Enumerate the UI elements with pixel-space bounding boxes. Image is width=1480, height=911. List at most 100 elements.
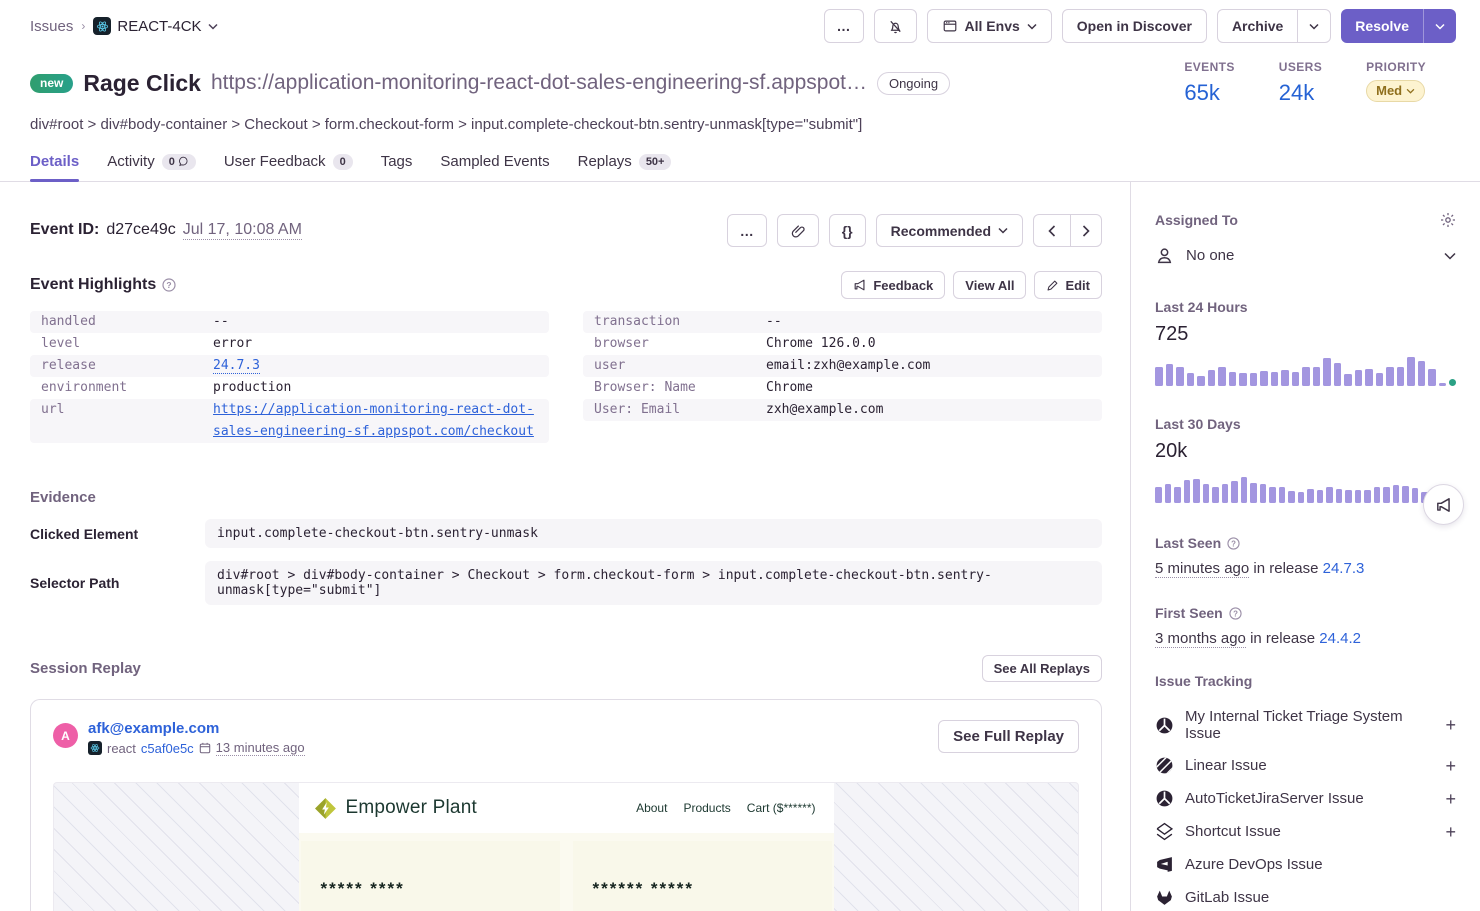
archive-button[interactable]: Archive (1218, 10, 1297, 42)
ticket-triage-icon (1155, 789, 1174, 808)
linear-icon (1155, 756, 1174, 775)
event-more-button[interactable]: … (727, 214, 767, 247)
chart-bar (1155, 487, 1162, 504)
next-event-button[interactable] (1070, 215, 1101, 246)
tab-details[interactable]: Details (30, 153, 79, 181)
replay-user-link[interactable]: afk@example.com (88, 720, 305, 737)
replay-release-link[interactable]: c5af0e5c (141, 741, 194, 756)
feedback-button[interactable]: Feedback (841, 271, 945, 299)
issue-tracking-row: Shortcut Issue + (1155, 815, 1456, 848)
see-all-replays-button[interactable]: See All Replays (982, 655, 1102, 682)
chart-bar (1344, 374, 1352, 386)
assignee-selector[interactable]: No one (1155, 246, 1456, 265)
issue-tracking-row: Linear Issue + (1155, 749, 1456, 782)
chart-bar (1165, 484, 1172, 504)
tab-user-feedback[interactable]: User Feedback 0 (224, 153, 353, 181)
help-circle-icon[interactable]: ? (162, 278, 176, 292)
open-in-discover-button[interactable]: Open in Discover (1062, 9, 1207, 43)
chart-bar (1239, 373, 1247, 386)
clicked-element-row: Clicked Element input.complete-checkout-… (30, 519, 1102, 548)
chevron-down-icon (1444, 252, 1456, 260)
last-seen-release-link[interactable]: 24.7.3 (1323, 560, 1365, 577)
previous-event-button[interactable] (1034, 215, 1070, 246)
last-30-days-chart[interactable] (1155, 473, 1456, 503)
avatar: A (53, 723, 78, 748)
see-full-replay-button[interactable]: See Full Replay (938, 720, 1079, 753)
view-all-button[interactable]: View All (953, 271, 1026, 299)
last-seen-value: 5 minutes ago in release 24.7.3 (1155, 560, 1456, 577)
chart-bar (1374, 487, 1381, 503)
add-issue-link-button[interactable]: + (1445, 757, 1456, 775)
kv-row-url: urlhttps://application-monitoring-react-… (30, 399, 549, 443)
gitlab-icon (1155, 888, 1174, 907)
replay-preview[interactable]: Empower Plant About Products Cart ($****… (53, 782, 1079, 911)
kv-row-environment: environmentproduction (30, 377, 549, 399)
event-json-button[interactable]: {} (829, 214, 866, 247)
chevron-left-icon (1048, 225, 1056, 237)
edit-highlights-button[interactable]: Edit (1034, 271, 1102, 299)
selector-path-row: Selector Path div#root > div#body-contai… (30, 561, 1102, 605)
first-seen-value: 3 months ago in release 24.4.2 (1155, 630, 1456, 647)
release-link[interactable]: 24.7.3 (213, 358, 260, 374)
chart-bar (1203, 484, 1210, 503)
add-issue-link-button[interactable]: + (1445, 823, 1456, 841)
environment-selector[interactable]: All Envs (927, 9, 1052, 43)
highlights-right-table: transaction-- browserChrome 126.0.0 user… (583, 311, 1102, 443)
resolve-button[interactable]: Resolve (1341, 9, 1423, 43)
breadcrumb-issue-id[interactable]: REACT-4CK (93, 17, 217, 35)
event-toolbar: … {} Recommended (727, 214, 1102, 247)
event-id-label: Event ID: (30, 221, 99, 239)
feedback-fab-button[interactable] (1423, 484, 1464, 525)
help-circle-icon[interactable]: ? (1229, 607, 1242, 620)
tab-tags[interactable]: Tags (381, 153, 413, 181)
last-seen-ago[interactable]: 5 minutes ago (1155, 560, 1249, 578)
first-seen-release-link[interactable]: 24.4.2 (1319, 630, 1361, 647)
event-attachments-button[interactable] (777, 214, 819, 247)
tab-replays[interactable]: Replays 50+ (578, 153, 672, 181)
chart-bar (1208, 370, 1216, 386)
tab-sampled-events[interactable]: Sampled Events (440, 153, 549, 181)
resolve-dropdown-button[interactable] (1423, 9, 1456, 43)
breadcrumb-issues-link[interactable]: Issues (30, 18, 73, 35)
chart-bar (1323, 358, 1331, 386)
issue-stats: EVENTS 65k USERS 24k PRIORITY Med (1184, 60, 1448, 106)
site-brand: Empower Plant (313, 796, 477, 821)
last-24-hours-chart[interactable] (1155, 356, 1456, 386)
product-title: ****** ***** (593, 879, 812, 899)
archive-dropdown-button[interactable] (1297, 10, 1330, 42)
chevron-down-icon (1435, 23, 1445, 30)
add-issue-link-button[interactable]: + (1445, 716, 1456, 734)
first-seen-ago[interactable]: 3 months ago (1155, 630, 1246, 648)
help-circle-icon[interactable]: ? (1227, 537, 1240, 550)
priority-stat-label: PRIORITY (1366, 60, 1426, 74)
priority-selector[interactable]: Med (1366, 80, 1425, 102)
event-highlights-title: Event Highlights ? (30, 276, 176, 294)
chart-bar (1166, 364, 1174, 386)
chart-bar (1260, 371, 1268, 386)
chart-bar (1250, 373, 1258, 386)
replay-time-ago[interactable]: 13 minutes ago (216, 740, 305, 756)
chart-bar (1412, 488, 1419, 503)
mute-alerts-button[interactable] (874, 9, 917, 43)
chart-bar (1407, 357, 1415, 386)
add-issue-link-button[interactable]: + (1445, 790, 1456, 808)
archive-button-group: Archive (1217, 9, 1331, 43)
chart-bar (1193, 479, 1200, 503)
users-stat-value[interactable]: 24k (1279, 80, 1314, 106)
chart-bar (1345, 490, 1352, 503)
events-stat-value[interactable]: 65k (1184, 80, 1219, 106)
event-sort-dropdown[interactable]: Recommended (876, 214, 1023, 247)
chart-bar (1428, 369, 1436, 386)
assignee-value: No one (1186, 247, 1234, 264)
event-id-value: d27ce49c (106, 221, 175, 239)
top-bar: Issues › REACT-4CK … (0, 0, 1480, 43)
issue-title: Rage Click (83, 70, 201, 97)
gear-icon[interactable] (1440, 212, 1456, 228)
chart-bar (1288, 491, 1295, 503)
url-link[interactable]: https://application-monitoring-react-dot… (213, 402, 534, 439)
braces-icon: {} (842, 223, 853, 239)
chart-bar (1197, 376, 1205, 386)
tab-activity[interactable]: Activity 0 (107, 153, 196, 181)
event-timestamp[interactable]: Jul 17, 10:08 AM (183, 221, 302, 240)
more-actions-button[interactable]: … (824, 9, 864, 43)
